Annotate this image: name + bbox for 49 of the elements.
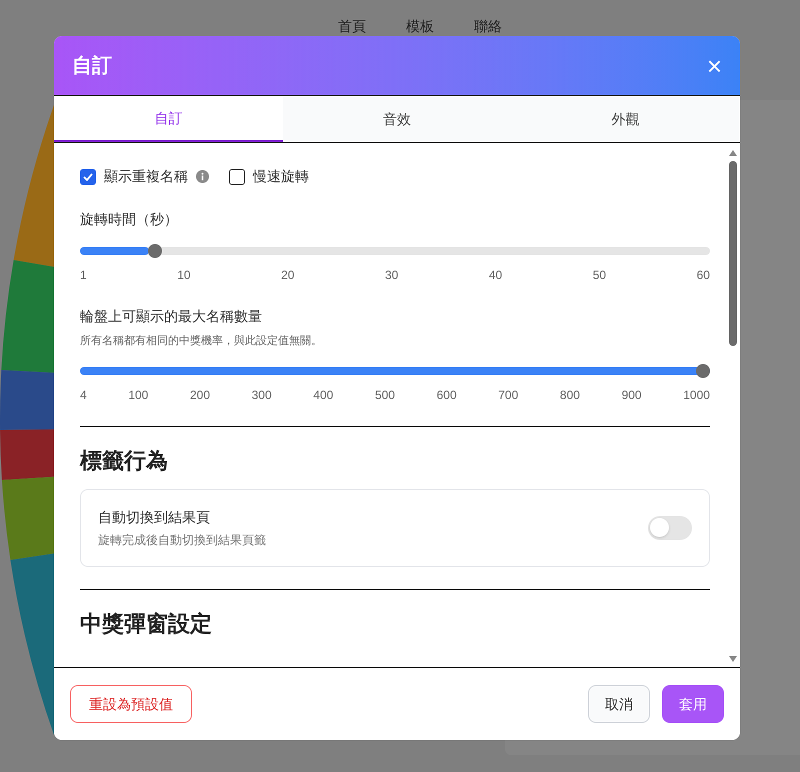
tick-label: 200 <box>190 386 210 404</box>
tick-label: 60 <box>696 267 710 284</box>
dialog-title: 自訂 <box>72 54 112 78</box>
checkbox[interactable] <box>80 168 96 184</box>
tick-label: 500 <box>374 386 395 404</box>
tick-label: 1000 <box>683 386 710 404</box>
slider[interactable] <box>80 364 710 378</box>
tab[interactable]: 音效 <box>282 96 512 142</box>
info-icon[interactable] <box>196 170 209 183</box>
slider-label: 旋轉時間（秒） <box>80 210 179 229</box>
tick-label: 10 <box>177 267 191 284</box>
checkbox-label: 顯示重複名稱 <box>104 167 188 186</box>
slider-thumb[interactable] <box>696 364 710 378</box>
tab[interactable]: 外觀 <box>511 96 740 142</box>
section-heading: 中獎彈窗設定 <box>80 610 213 638</box>
checkbox-label: 慢速旋轉 <box>253 167 309 186</box>
tick-label: 400 <box>313 386 334 404</box>
setting-description: 旋轉完成後自動切換到結果頁籤 <box>98 532 266 548</box>
tick-label: 600 <box>436 386 457 404</box>
toggle-switch[interactable] <box>648 516 692 540</box>
tick-label: 30 <box>384 267 398 284</box>
nav-link[interactable]: 首頁 <box>338 16 366 37</box>
tick-label: 300 <box>252 386 272 404</box>
cancel-button[interactable]: 取消 <box>588 685 650 723</box>
checkmark-icon <box>83 172 93 180</box>
checkbox[interactable] <box>229 168 245 184</box>
slider-label: 輪盤上可顯示的最大名稱數量 <box>80 307 263 326</box>
nav-link[interactable]: 聯絡 <box>474 16 502 37</box>
tick-label: 800 <box>560 386 580 404</box>
tick-label: 20 <box>281 267 294 284</box>
tick-label: 1 <box>80 267 87 284</box>
section-heading: 標籤行為 <box>80 446 169 474</box>
slider-thumb[interactable] <box>148 244 162 258</box>
scroll-up-icon[interactable] <box>728 149 738 157</box>
tick-label: 50 <box>592 267 606 284</box>
apply-button[interactable]: 套用 <box>662 685 724 723</box>
tick-label: 900 <box>622 386 642 404</box>
setting-title: 自動切換到結果頁 <box>98 508 211 526</box>
slider-hint: 所有名稱都有相同的中獎機率，與此設定值無關。 <box>80 334 323 349</box>
reset-button[interactable]: 重設為預設值 <box>70 685 192 723</box>
tick-label: 100 <box>128 386 148 404</box>
nav-link[interactable]: 模板 <box>406 16 434 37</box>
slider[interactable] <box>80 244 710 258</box>
tick-label: 700 <box>498 386 518 404</box>
close-button[interactable]: × <box>706 52 722 78</box>
scrollbar-thumb[interactable] <box>729 161 737 346</box>
scroll-down-icon[interactable] <box>728 655 738 663</box>
tick-label: 4 <box>80 386 87 404</box>
tick-label: 40 <box>488 267 502 284</box>
